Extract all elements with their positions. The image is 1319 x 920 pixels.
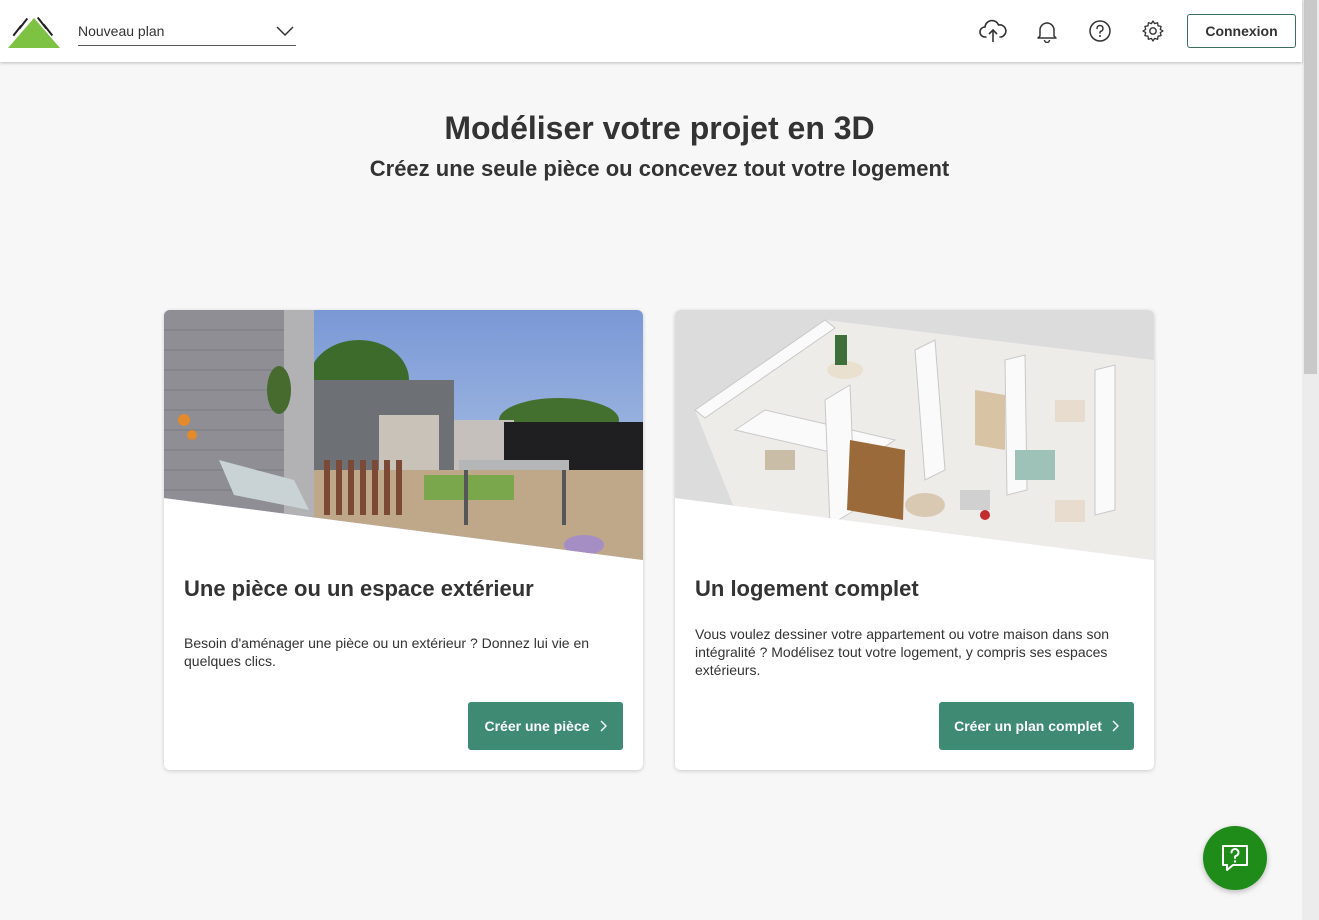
card-room-description: Besoin d'aménager une pièce ou un extéri… <box>184 635 590 669</box>
create-room-label: Créer une pièce <box>484 718 590 734</box>
help-chat-icon <box>1222 845 1248 871</box>
card-room: Une pièce ou un espace extérieur Besoin … <box>164 310 643 770</box>
cloud-upload-icon[interactable] <box>979 17 1007 45</box>
card-full-home-description: Vous voulez dessiner votre appartement o… <box>695 626 1110 678</box>
create-full-plan-button[interactable]: Créer un plan complet <box>939 702 1134 750</box>
card-full-home-title: Un logement complet <box>695 576 919 601</box>
chevron-down-icon <box>276 25 294 36</box>
garden-terrace-image <box>164 310 643 560</box>
login-button[interactable]: Connexion <box>1187 14 1296 48</box>
bell-icon[interactable] <box>1033 17 1061 45</box>
card-room-title: Une pièce ou un espace extérieur <box>184 576 534 601</box>
page-subtitle: Créez une seule pièce ou concevez tout v… <box>369 156 950 181</box>
gear-icon[interactable] <box>1139 17 1167 45</box>
apartment-floorplan-image <box>675 310 1154 560</box>
plan-select[interactable]: Nouveau plan <box>78 16 296 46</box>
top-header: Nouveau plan Connexion <box>0 0 1302 62</box>
card-full-home: Un logement complet Vous voulez dessiner… <box>675 310 1154 770</box>
help-circle-icon[interactable] <box>1086 17 1114 45</box>
chevron-right-icon <box>600 720 607 732</box>
leroy-merlin-logo[interactable] <box>8 14 60 48</box>
create-full-plan-label: Créer un plan complet <box>954 718 1102 734</box>
help-chat-button[interactable] <box>1203 826 1267 890</box>
scrollbar-thumb[interactable] <box>1304 0 1317 374</box>
chevron-right-icon <box>1112 720 1119 732</box>
create-room-button[interactable]: Créer une pièce <box>468 702 623 750</box>
page-title: Modéliser votre projet en 3D <box>444 110 875 146</box>
plan-select-value: Nouveau plan <box>78 22 165 39</box>
